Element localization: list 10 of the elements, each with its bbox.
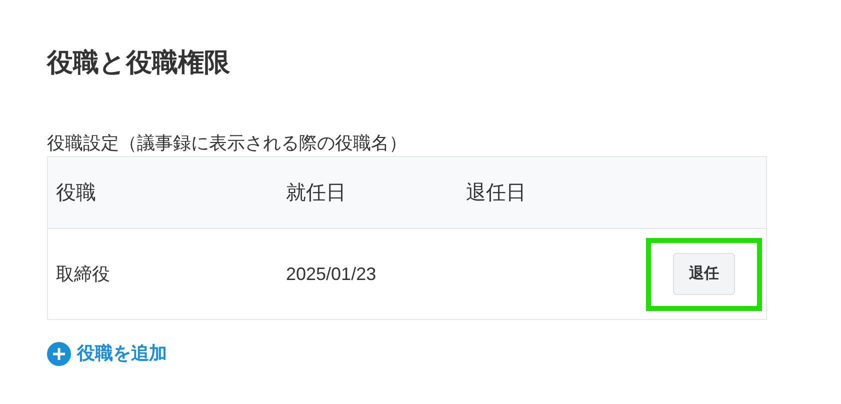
column-header: 役職 xyxy=(55,180,97,206)
table-cell-text: 取締役 xyxy=(55,262,111,286)
plus-circle-icon xyxy=(47,342,71,366)
column-header: 退任日 xyxy=(466,180,527,206)
column-header: 就任日 xyxy=(286,180,347,206)
section-label: 役職設定（議事録に表示される際の役職名） xyxy=(47,132,408,155)
add-role-link[interactable]: 役職を追加 xyxy=(47,340,167,367)
table-cell-text: 2025/01/23 xyxy=(286,262,378,286)
page-title: 役職と役職権限 xyxy=(47,46,231,79)
resign-button[interactable]: 退任 xyxy=(673,253,735,295)
